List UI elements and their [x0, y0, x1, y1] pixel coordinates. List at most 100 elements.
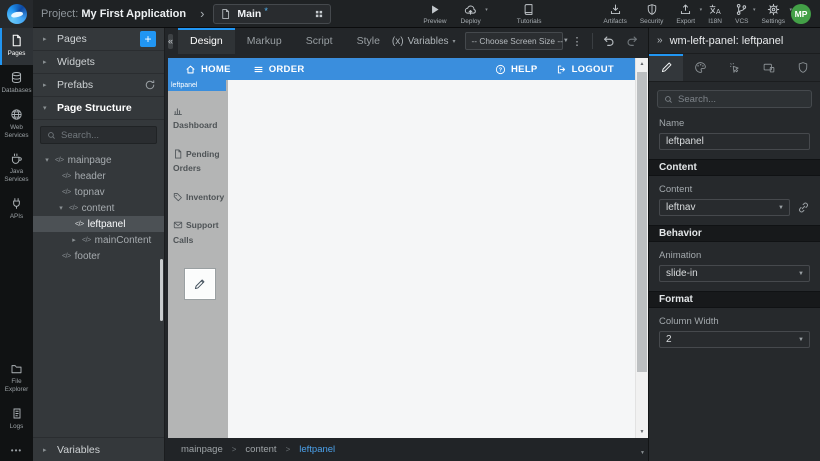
rail-item-file-explorer[interactable]: File Explorer [0, 357, 33, 401]
tree-node-footer[interactable]: </> footer [33, 248, 164, 264]
breadcrumb-leftpanel[interactable]: leftpanel [299, 444, 335, 455]
leftnav-item-pending-orders[interactable]: Pending Orders [173, 147, 226, 176]
tree-node-header[interactable]: </> header [33, 168, 164, 184]
breadcrumb-content[interactable]: content [245, 444, 276, 455]
properties-search-input[interactable]: Search... [657, 90, 812, 108]
caret-right-icon: ▸ [70, 236, 78, 244]
caret-right-icon: ▸ [43, 81, 50, 89]
caret-down-icon: ▾ [57, 204, 65, 212]
settings-button[interactable]: ▾ Settings [762, 3, 786, 25]
more-menu-icon[interactable]: ⋮ [572, 35, 583, 48]
canvas-scrollbar-thumb[interactable] [637, 72, 647, 372]
export-button[interactable]: ▾ Export [676, 3, 695, 25]
topnav-home-link[interactable]: HOME [185, 64, 231, 75]
more-options-icon[interactable]: ••• [0, 438, 33, 461]
undo-button[interactable] [602, 34, 616, 48]
rail-item-web-services[interactable]: Web Services [0, 102, 33, 147]
caret-right-icon: ▸ [43, 446, 50, 454]
column-width-select[interactable]: 2 ▼ [659, 331, 810, 348]
globe-icon [10, 108, 23, 121]
tree-search-wrap: Search... [33, 120, 164, 149]
security-button[interactable]: Security [640, 3, 663, 25]
refresh-icon[interactable] [144, 79, 156, 91]
project-title: Project: My First Application [41, 8, 186, 20]
section-label: Variables [57, 444, 100, 456]
artifacts-button[interactable]: Artifacts [603, 3, 626, 25]
section-pages[interactable]: ▸ Pages + [33, 28, 164, 51]
tree-node-leftpanel[interactable]: </> leftpanel [33, 216, 164, 232]
collapse-left-panel-button[interactable]: « [168, 34, 173, 49]
topnav-right-group: ? HELP LOGOUT [495, 64, 628, 75]
tab-styles[interactable] [683, 54, 717, 81]
page-selector[interactable]: Main * [213, 4, 331, 24]
variables-dropdown[interactable]: (x) Variables ▾ [392, 36, 456, 47]
panel-scrollbar-thumb[interactable] [160, 259, 163, 321]
content-select[interactable]: leftnav ▼ [659, 199, 790, 216]
tab-script[interactable]: Script [294, 28, 345, 54]
leftnav-item-inventory[interactable]: Inventory [173, 190, 226, 204]
tree-node-topnav[interactable]: </> topnav [33, 184, 164, 200]
leftpanel-widget[interactable]: Dashboard Pending Orders Inventory Suppo… [168, 80, 228, 438]
coffee-icon [10, 152, 23, 165]
topnav-logout-link[interactable]: LOGOUT [556, 64, 614, 75]
rail-bottom-group: File Explorer Logs ••• [0, 357, 33, 461]
section-variables[interactable]: ▸ Variables [33, 437, 164, 461]
tab-properties[interactable] [649, 54, 683, 81]
export-label: Export [676, 18, 695, 25]
leftnav-item-support-calls[interactable]: Support Calls [173, 218, 226, 247]
canvas-scrollbar[interactable]: ▲ ▼ [635, 58, 648, 438]
log-file-icon [11, 407, 23, 420]
rail-item-apis[interactable]: APIs [0, 191, 33, 228]
caret-down-icon: ▼ [798, 271, 804, 277]
topnav-order-link[interactable]: ORDER [253, 64, 305, 75]
edit-widget-button[interactable] [185, 269, 215, 299]
section-widgets[interactable]: ▸ Widgets [33, 51, 164, 74]
screen-size-select[interactable]: -- Choose Screen Size -- ▼ [465, 32, 563, 50]
rail-item-pages[interactable]: Pages [0, 28, 33, 65]
scroll-down-icon[interactable]: ▼ [636, 426, 648, 438]
pencil-icon [660, 61, 673, 74]
preview-label: Preview [423, 18, 446, 25]
properties-header: » wm-left-panel: leftpanel [649, 28, 820, 54]
tab-style[interactable]: Style [345, 28, 392, 54]
bind-link-icon[interactable] [797, 201, 810, 214]
tab-markup[interactable]: Markup [235, 28, 294, 54]
tree-node-mainpage[interactable]: ▾ </> mainpage [33, 152, 164, 168]
tab-security[interactable] [786, 54, 820, 81]
search-placeholder: Search... [61, 130, 99, 141]
section-page-structure[interactable]: ▾ Page Structure [33, 97, 164, 120]
tab-devices[interactable] [752, 54, 786, 81]
canvas-toolbar: « Design Markup Script Style (x) Variabl… [165, 28, 648, 54]
tab-design[interactable]: Design [178, 28, 235, 54]
variables-label: Variables [408, 36, 449, 47]
vcs-button[interactable]: ▾ VCS [735, 3, 748, 25]
tab-events[interactable] [717, 54, 751, 81]
page-topnav: HOME ORDER ? HELP LOGOUT [168, 58, 648, 80]
topnav-help-link[interactable]: ? HELP [495, 64, 538, 75]
tutorials-button[interactable]: Tutorials [517, 3, 542, 25]
leftnav-item-dashboard[interactable]: Dashboard [173, 104, 226, 133]
tree-search-input[interactable]: Search... [40, 126, 157, 144]
i18n-button[interactable]: A I18N [708, 3, 722, 25]
name-input[interactable] [659, 133, 810, 150]
breadcrumb-mainpage[interactable]: mainpage [181, 444, 223, 455]
preview-button[interactable]: Preview [423, 3, 446, 25]
animation-select[interactable]: slide-in ▼ [659, 265, 810, 282]
add-page-button[interactable]: + [140, 31, 156, 47]
user-avatar[interactable]: MP [791, 4, 811, 24]
section-prefabs[interactable]: ▸ Prefabs [33, 74, 164, 97]
deploy-button[interactable]: ▾ Deploy [461, 3, 481, 25]
expand-panel-icon[interactable]: » [657, 35, 663, 46]
tree-node-content[interactable]: ▾ </> content [33, 200, 164, 216]
tree-node-maincontent[interactable]: ▸ </> mainContent [33, 232, 164, 248]
rail-item-java-services[interactable]: Java Services [0, 146, 33, 191]
scroll-up-icon[interactable]: ▲ [636, 58, 648, 70]
topnav-logout-label: LOGOUT [572, 64, 614, 75]
rail-item-databases[interactable]: Databases [0, 65, 33, 102]
breadcrumb: mainpage > content > leftpanel ▼ [165, 438, 648, 461]
section-format: Format [649, 291, 820, 308]
redo-button[interactable] [625, 34, 639, 48]
rail-item-logs[interactable]: Logs [0, 401, 33, 438]
top-bar: Project: My First Application › Main * P… [0, 0, 820, 28]
app-logo[interactable] [0, 0, 33, 28]
